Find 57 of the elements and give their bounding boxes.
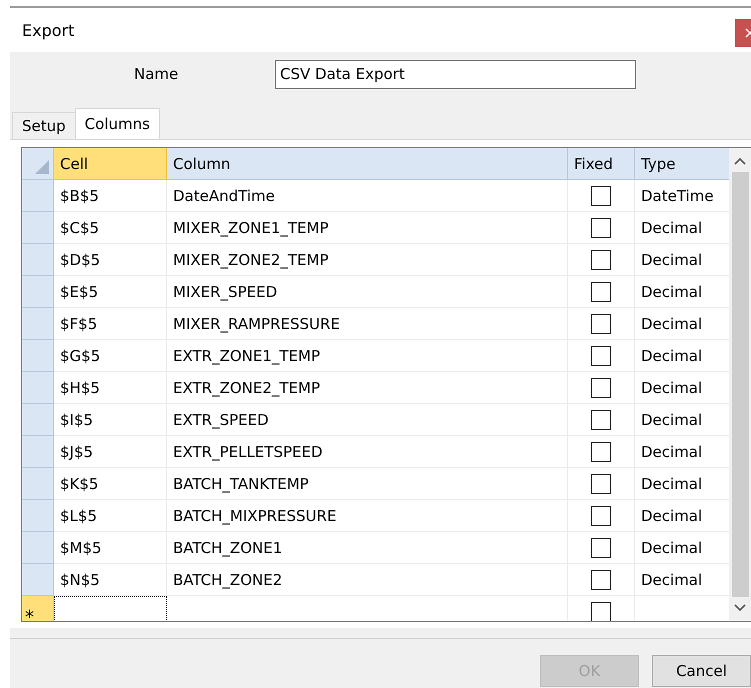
table-cell: $C$5 <box>54 212 167 244</box>
table-cell: $M$5 <box>54 532 167 564</box>
close-icon <box>745 28 751 38</box>
table-cell: EXTR_PELLETSPEED <box>167 436 568 468</box>
table-cell: $I$5 <box>54 404 167 436</box>
column-header[interactable]: Column <box>167 148 568 180</box>
table-cell: $J$5 <box>54 436 167 468</box>
checkbox[interactable] <box>591 506 611 526</box>
checkbox[interactable] <box>591 378 611 398</box>
checkbox[interactable] <box>591 602 611 621</box>
table-cell: $G$5 <box>54 340 167 372</box>
table-cell: EXTR_ZONE2_TEMP <box>167 372 568 404</box>
table-cell: $K$5 <box>54 468 167 500</box>
checkbox[interactable] <box>591 410 611 430</box>
checkbox[interactable] <box>591 186 611 206</box>
table-cell: BATCH_MIXPRESSURE <box>167 500 568 532</box>
window-title: Export <box>22 20 74 40</box>
checkbox[interactable] <box>591 538 611 558</box>
column-header[interactable]: Fixed <box>568 148 635 180</box>
new-row-marker[interactable]: * <box>22 596 54 621</box>
checkbox[interactable] <box>591 346 611 366</box>
table-cell: MIXER_ZONE1_TEMP <box>167 212 568 244</box>
table-cell: EXTR_SPEED <box>167 404 568 436</box>
scrollbar-thumb[interactable] <box>732 172 748 597</box>
select-all-icon <box>35 160 49 174</box>
checkbox[interactable] <box>591 218 611 238</box>
table-cell: $B$5 <box>54 180 167 212</box>
table-cell: $L$5 <box>54 500 167 532</box>
checkbox[interactable] <box>591 570 611 590</box>
checkbox[interactable] <box>591 250 611 270</box>
tab[interactable]: Columns <box>74 108 160 139</box>
checkbox[interactable] <box>591 474 611 494</box>
checkbox[interactable] <box>591 314 611 334</box>
column-header[interactable]: Cell <box>54 148 167 180</box>
table-cell: $E$5 <box>54 276 167 308</box>
table-cell: $H$5 <box>54 372 167 404</box>
checkbox[interactable] <box>591 282 611 302</box>
name-label: Name <box>133 65 180 83</box>
table-cell: $D$5 <box>54 244 167 276</box>
table-cell: MIXER_SPEED <box>167 276 568 308</box>
checkbox[interactable] <box>591 442 611 462</box>
tab[interactable]: Setup <box>12 112 76 139</box>
column-header[interactable]: Type <box>635 148 729 180</box>
cancel-button[interactable]: Cancel <box>652 655 751 687</box>
table-cell: BATCH_TANKTEMP <box>167 468 568 500</box>
table-cell: EXTR_ZONE1_TEMP <box>167 340 568 372</box>
table-cell: MIXER_ZONE2_TEMP <box>167 244 568 276</box>
table-cell: MIXER_RAMPRESSURE <box>167 308 568 340</box>
scroll-down-icon[interactable] <box>734 603 746 613</box>
table-cell: $N$5 <box>54 564 167 596</box>
name-field[interactable]: CSV Data Export <box>275 60 636 88</box>
table-cell: BATCH_ZONE1 <box>167 532 568 564</box>
table-cell: $F$5 <box>54 308 167 340</box>
close-button[interactable] <box>735 19 751 47</box>
table-cell: DateAndTime <box>167 180 568 212</box>
scroll-up-icon[interactable] <box>734 156 746 166</box>
table-cell: BATCH_ZONE2 <box>167 564 568 596</box>
